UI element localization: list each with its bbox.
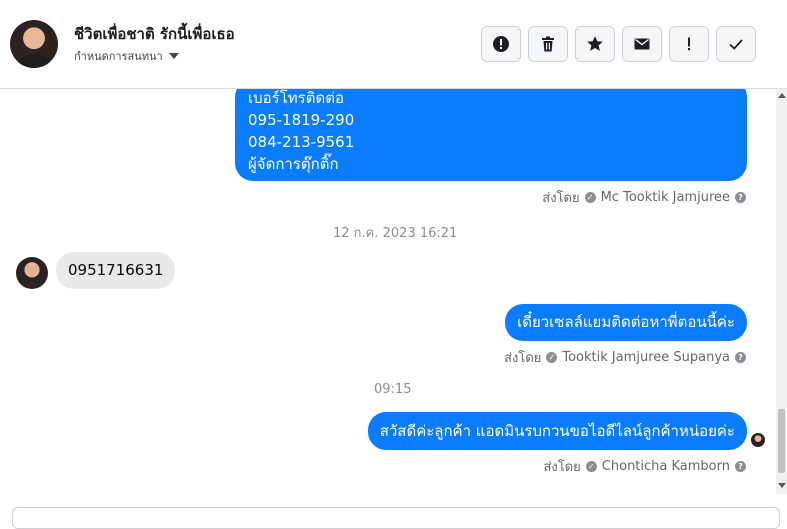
- check-icon: [729, 39, 743, 50]
- star-button[interactable]: [575, 26, 615, 62]
- conversation-header: ชีวิตเพื่อชาติ รักนี้เพื่อเธอ กำหนดการสน…: [0, 0, 787, 89]
- mark-done-button[interactable]: [716, 26, 756, 62]
- sent-by-info: ส่งโดย ✓ Chonticha Kamborn ?: [543, 456, 746, 477]
- message-line: 084-213-9561: [248, 133, 355, 151]
- conversation-settings-label: กำหนดการสนทนา: [74, 50, 163, 63]
- sender-name[interactable]: Tooktik Jamjuree Supanya: [562, 350, 730, 365]
- contact-name[interactable]: ชีวิตเพื่อชาติ รักนี้เพื่อเธอ: [74, 22, 235, 46]
- incoming-message[interactable]: 0951716631: [56, 252, 176, 289]
- scroll-thumb[interactable]: [778, 409, 785, 473]
- outgoing-message[interactable]: สวัสดีค่ะลูกค้า แอดมินรบกวนขอไอดีไลน์ลูก…: [367, 412, 747, 450]
- sent-by-info: ส่งโดย ✓ Tooktik Jamjuree Supanya ?: [504, 347, 746, 368]
- help-icon[interactable]: ?: [735, 352, 746, 363]
- help-icon[interactable]: ?: [735, 461, 746, 472]
- message-thread[interactable]: เบอร์โทรติดต่อ 095-1819-290 084-213-9561…: [0, 89, 776, 494]
- report-button[interactable]: [481, 26, 521, 62]
- sender-name[interactable]: Chonticha Kamborn: [602, 459, 730, 474]
- message-text: สวัสดีค่ะลูกค้า แอดมินรบกวนขอไอดีไลน์ลูก…: [379, 422, 735, 440]
- message-line: ผู้จัดการตุ๊กติ๊ก: [248, 155, 339, 173]
- report-icon: [493, 36, 509, 52]
- spam-button[interactable]: [669, 26, 709, 62]
- caret-down-icon: [168, 53, 179, 59]
- message-composer[interactable]: [12, 507, 780, 529]
- message-text: เดี๋ยวเซลล์แยมติดต่อหาพี่ตอนนี้ค่ะ: [517, 313, 735, 331]
- conversation-settings-dropdown[interactable]: กำหนดการสนทนา: [74, 47, 179, 65]
- sent-by-info: ส่งโดย ✓ Mc Tooktik Jamjuree ?: [542, 187, 746, 208]
- message-text: 0951716631: [68, 261, 164, 279]
- trash-icon: [542, 36, 554, 52]
- outgoing-message[interactable]: เบอร์โทรติดต่อ 095-1819-290 084-213-9561…: [235, 89, 747, 181]
- timestamp: 12 ก.ค. 2023 16:21: [333, 226, 458, 241]
- sent-by-label: ส่งโดย: [504, 351, 542, 366]
- message-line: 095-1819-290: [248, 111, 355, 129]
- help-icon[interactable]: ?: [735, 192, 746, 203]
- sent-check-icon: ✓: [584, 192, 596, 203]
- contact-avatar[interactable]: [10, 20, 58, 68]
- sent-check-icon: ✓: [546, 352, 558, 363]
- exclamation-icon: [688, 37, 690, 51]
- mail-icon: [634, 38, 650, 50]
- sent-by-label: ส่งโดย: [543, 460, 581, 475]
- scroll-down-arrow-icon[interactable]: [778, 483, 786, 488]
- timestamp: 09:15: [374, 382, 412, 397]
- delete-button[interactable]: [528, 26, 568, 62]
- sent-check-icon: ✓: [585, 461, 597, 472]
- sender-avatar[interactable]: [16, 257, 48, 289]
- sender-name[interactable]: Mc Tooktik Jamjuree: [601, 190, 730, 205]
- sent-by-label: ส่งโดย: [542, 191, 580, 206]
- mark-unread-button[interactable]: [622, 26, 662, 62]
- outgoing-message[interactable]: เดี๋ยวเซลล์แยมติดต่อหาพี่ตอนนี้ค่ะ: [505, 304, 747, 341]
- message-line: เบอร์โทรติดต่อ: [248, 89, 344, 107]
- scroll-up-arrow-icon[interactable]: [778, 93, 786, 98]
- thread-scrollbar[interactable]: [776, 89, 787, 494]
- seen-avatar: [751, 433, 765, 447]
- conversation-toolbar: [481, 26, 756, 62]
- star-icon: [587, 36, 603, 51]
